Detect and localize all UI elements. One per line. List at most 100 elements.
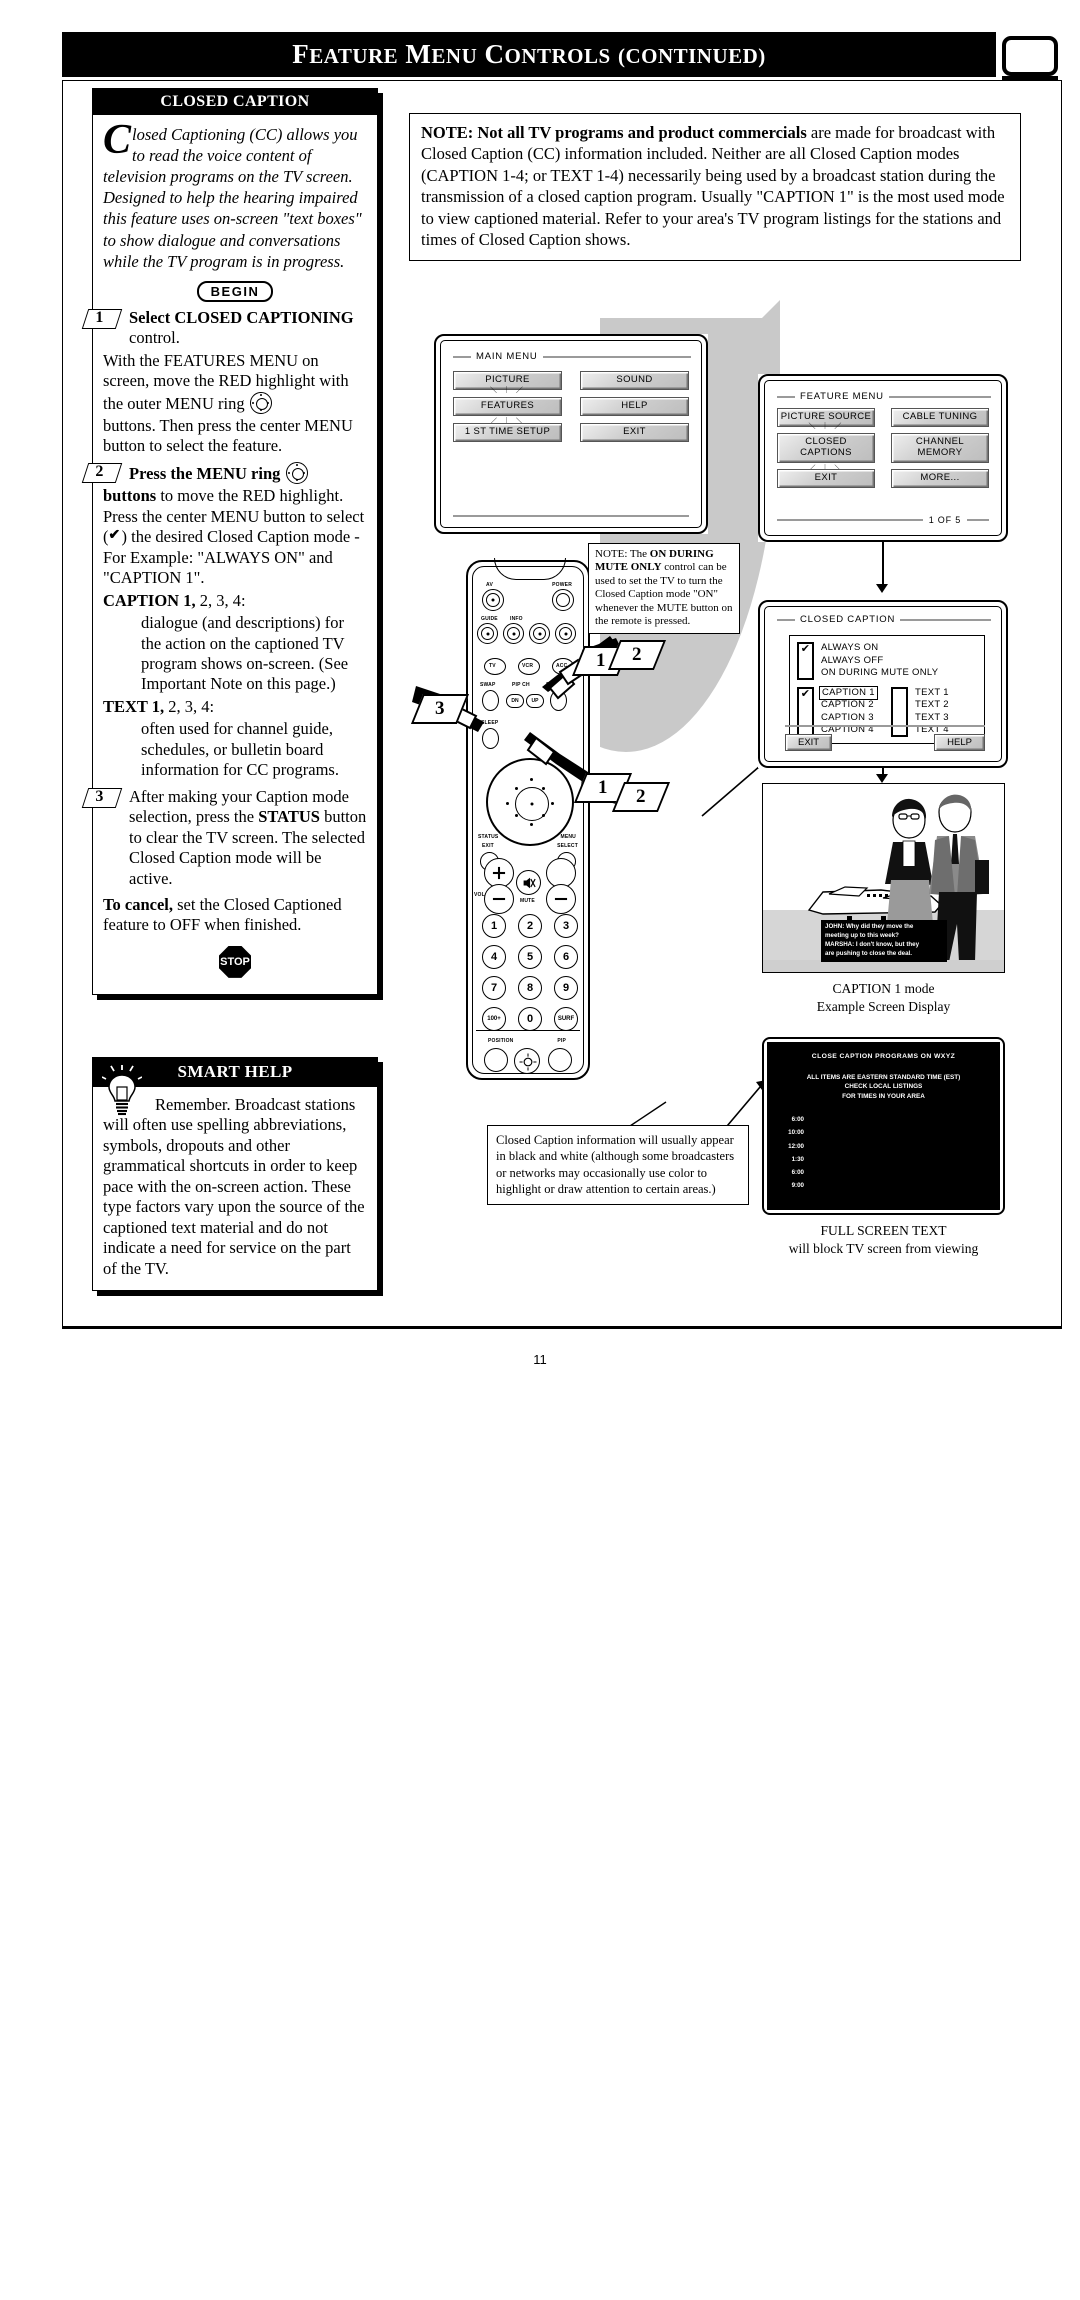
page-title: FEATURE MENU CONTROLS (CONTINUED) <box>292 39 766 69</box>
remote-button-guide[interactable] <box>477 623 498 644</box>
remote-button-pip[interactable] <box>548 1048 572 1072</box>
cc-menu-button-exit[interactable]: EXIT <box>785 734 833 751</box>
list-item: 1:30AS YOUR LIFE TURNS MY WORLD AROUND <box>791 1155 804 1163</box>
full-screen-text-label: FULL SCREEN TEXT will block TV screen fr… <box>762 1222 1005 1258</box>
caption-modes-body: dialogue (and descriptions) for the acti… <box>141 613 349 694</box>
main-menu-button-help[interactable]: HELP <box>580 396 689 416</box>
cc-menu-divider <box>785 725 985 727</box>
remote-button-vol-down[interactable] <box>484 884 514 914</box>
remote-key-surf[interactable]: SURF <box>554 1007 578 1031</box>
cc-option-text-1[interactable]: TEXT 1 <box>915 687 949 700</box>
step-3-number: 3 <box>81 787 123 808</box>
main-menu-title: MAIN MENU <box>476 351 538 362</box>
cc-option-text-2[interactable]: TEXT 2 <box>915 699 949 712</box>
cc-menu-title-row: CLOSED CAPTION <box>777 614 991 625</box>
feature-menu-button-channel-memory[interactable]: CHANNEL MEMORY <box>891 432 989 463</box>
main-menu-buttons: PICTURE SOUND FEATURES HELP 1 ST TIME SE… <box>448 371 689 442</box>
remote-button-av[interactable] <box>482 589 504 611</box>
step-2-lead: Press the MENU ring <box>103 461 367 484</box>
main-menu-button-1st-time-setup[interactable]: 1 ST TIME SETUP <box>453 422 562 442</box>
remote-button-power[interactable] <box>552 589 574 611</box>
remote-label-guide: GUIDE <box>481 616 498 622</box>
remote-label-menu: MENU <box>560 834 576 840</box>
feature-menu-screen: FEATURE MENU PICTURE SOURCE CABLE TUNING… <box>758 374 1008 542</box>
page-number: 11 <box>533 1352 547 1367</box>
intro-text: losed Captioning (CC) allows you to read… <box>103 125 362 271</box>
check-mark-icon <box>109 527 122 544</box>
feature-menu-button-cable-tuning[interactable]: CABLE TUNING <box>891 408 989 427</box>
remote-key-0[interactable]: 0 <box>518 1007 542 1031</box>
feature-menu-title: FEATURE MENU <box>800 391 884 402</box>
caption-text-box: JOHN: Why did they move the meeting up t… <box>821 920 947 962</box>
remote-button-backlight[interactable] <box>514 1048 540 1074</box>
cc-group-text-checkbox[interactable] <box>891 686 908 737</box>
cancel-note: To cancel, set the Closed Captioned feat… <box>103 895 342 935</box>
remote-key-6[interactable]: 6 <box>554 945 578 969</box>
step-1-body2: buttons. Then press the center MENU butt… <box>103 416 353 456</box>
main-menu-button-features[interactable]: FEATURES <box>448 387 567 426</box>
cc-option-caption-3[interactable]: CAPTION 3 <box>821 712 876 725</box>
main-menu-title-row: MAIN MENU <box>453 351 691 362</box>
lightbulb-icon <box>102 1065 142 1116</box>
remote-label-exit: EXIT <box>482 843 494 849</box>
remote-button-ch-down-2[interactable] <box>546 884 576 914</box>
cc-option-always-off[interactable]: ALWAYS OFF <box>821 655 938 668</box>
begin-badge: BEGIN <box>196 280 274 302</box>
remote-label-av: AV <box>486 582 493 588</box>
caption-example-label-1: CAPTION 1 mode <box>832 981 935 996</box>
fs-label-2: will block TV screen from viewing <box>788 1241 979 1257</box>
cc-options-panel: ✔ ALWAYS ON ALWAYS OFF ON DURING MUTE ON… <box>789 635 985 744</box>
caption-example-label: CAPTION 1 mode Example Screen Display <box>762 980 1005 1016</box>
text-modes-label: TEXT 1, 2, 3, 4: <box>103 696 215 716</box>
step-2-number: 2 <box>81 462 123 483</box>
cc-group-mode-checkbox[interactable]: ✔ <box>797 642 814 680</box>
remote-label-tv: TV <box>489 663 496 669</box>
cc-option-caption-2[interactable]: CAPTION 2 <box>821 699 876 712</box>
main-menu-button-exit[interactable]: EXIT <box>580 422 689 442</box>
remote-key-1[interactable]: 1 <box>482 914 506 938</box>
list-item: 10:00THE BEST LITTLE CALL-IN SHOW EVER <box>788 1129 804 1137</box>
cc-option-always-on[interactable]: ALWAYS ON <box>821 642 938 655</box>
cc-group-caption-checkbox[interactable]: ✔ <box>797 686 814 737</box>
remote-button-position[interactable] <box>484 1048 508 1072</box>
connector-feature-to-cc <box>882 542 884 584</box>
cc-option-on-during-mute-only[interactable]: ON DURING MUTE ONLY <box>821 667 938 680</box>
main-menu-button-sound[interactable]: SOUND <box>580 371 689 390</box>
fs-label-1: FULL SCREEN TEXT <box>820 1223 947 1238</box>
cc-option-text-3[interactable]: TEXT 3 <box>915 712 949 725</box>
page-header-bar: FEATURE MENU CONTROLS (CONTINUED) <box>62 32 996 77</box>
cc-channel-columns: ✔ CAPTION 1 CAPTION 2 CAPTION 3 CAPTION … <box>797 685 977 737</box>
remote-key-9[interactable]: 9 <box>554 976 578 1000</box>
connector-arrow-1 <box>876 584 888 593</box>
list-item: 6:00TOP OF THE MORNING <box>791 1115 804 1123</box>
cc-menu-button-help[interactable]: HELP <box>934 734 985 751</box>
remote-key-7[interactable]: 7 <box>482 976 506 1000</box>
remote-key-4[interactable]: 4 <box>482 945 506 969</box>
feature-menu-button-exit[interactable]: EXIT <box>777 468 875 488</box>
list-item: 6:00WORLD NEWS FOR TODAY <box>791 1169 804 1177</box>
feature-menu-button-closed-captions[interactable]: CLOSED CAPTIONS <box>772 423 880 473</box>
remote-label-mute: MUTE <box>520 898 535 904</box>
remote-label-position: POSITION <box>488 1038 514 1044</box>
cc-option-caption-1[interactable]: CAPTION 1 <box>819 685 878 701</box>
list-item: 12:00NOONDAY NEWS <box>788 1142 804 1150</box>
step-1-lead: Select CLOSED CAPTIONING control. <box>103 308 367 349</box>
remote-key-2[interactable]: 2 <box>518 914 542 938</box>
main-menu-footer <box>453 515 689 517</box>
remote-button-mute[interactable] <box>516 870 541 895</box>
stop-marker: STOP <box>103 945 367 978</box>
closed-caption-menu-screen: CLOSED CAPTION ✔ ALWAYS ON ALWAYS OFF ON… <box>758 600 1008 768</box>
cc-menu-button-row: EXIT HELP <box>785 734 985 751</box>
mute-note-lead: NOTE: The <box>595 548 650 560</box>
fs-title: CLOSE CAPTION PROGRAMS ON WXYZ <box>811 1053 956 1060</box>
remote-key-8[interactable]: 8 <box>518 976 542 1000</box>
cc-group-mode-options: ALWAYS ON ALWAYS OFF ON DURING MUTE ONLY <box>821 642 938 680</box>
manual-page: FEATURE MENU CONTROLS (CONTINUED) CLOSED… <box>0 0 1080 1397</box>
remote-key-3[interactable]: 3 <box>554 914 578 938</box>
remote-key-5[interactable]: 5 <box>518 945 542 969</box>
feature-menu-button-more[interactable]: MORE... <box>891 468 989 488</box>
remote-key-100plus[interactable]: 100+ <box>482 1007 506 1031</box>
caption-line-1: JOHN: Why did they move the <box>825 923 914 931</box>
remote-divider <box>476 1030 580 1032</box>
closed-caption-panel: CLOSED CAPTION Closed Captioning (CC) al… <box>81 88 378 995</box>
